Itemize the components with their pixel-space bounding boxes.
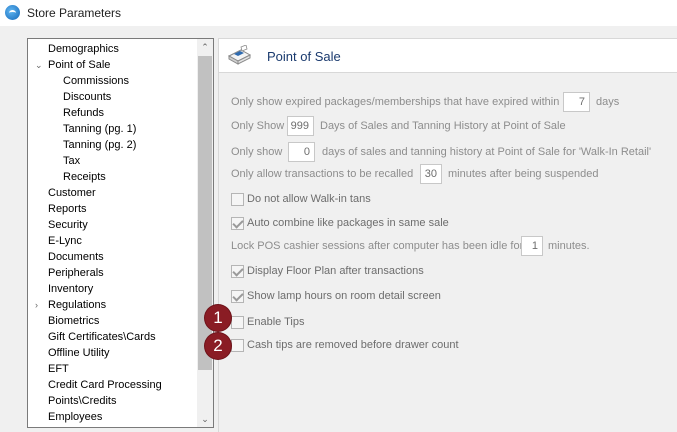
cash-tips-label: Cash tips are removed before drawer coun… [247,339,459,351]
recall-minutes-input[interactable]: 30 [420,164,442,184]
tree-item[interactable]: Tanning (pg. 1) [63,121,136,137]
auto-combine-checkbox[interactable] [231,217,244,230]
lock-minutes-input[interactable]: 1 [521,236,543,256]
settings-tree: Demographics ⌄ Point of Sale Commissions Dis… [27,38,214,428]
no-walkin-tans-checkbox[interactable] [231,193,244,206]
recall-suffix: minutes after being suspended [448,168,599,180]
app-icon [5,5,20,20]
history-days-input[interactable]: 999 [287,116,314,136]
scroll-down-button[interactable]: ⌄ [197,411,213,427]
cash-tips-checkbox[interactable] [231,339,244,352]
floor-plan-label: Display Floor Plan after transactions [247,265,424,277]
floor-plan-checkbox[interactable] [231,265,244,278]
tree-item[interactable]: Demographics [48,41,119,57]
tree-item[interactable]: Discounts [63,89,111,105]
section-header: Point of Sale [219,39,677,73]
tree-item[interactable]: Point of Sale [48,57,110,73]
tree-item[interactable]: Customer [48,185,96,201]
tree-item[interactable]: Peripherals [48,265,104,281]
recall-label: Only allow transactions to be recalled [231,168,414,180]
lamp-hours-label: Show lamp hours on room detail screen [247,290,441,302]
tree-item[interactable]: E-Lync [48,233,82,249]
tree-item[interactable]: Commissions [63,73,129,89]
lock-sessions-label: Lock POS cashier sessions after computer… [231,240,524,252]
tree-item[interactable]: Documents [48,249,104,265]
tree-item[interactable]: Gift Certificates\Cards [48,329,156,345]
annotation-badge-1: 1 [205,305,231,331]
no-walkin-tans-label: Do not allow Walk-in tans [247,193,371,205]
walkin-days-input[interactable]: 0 [288,142,315,162]
annotation-badge-2: 2 [205,333,231,359]
lamp-hours-checkbox[interactable] [231,290,244,303]
tree-item[interactable]: EFT [48,361,69,377]
tree-item[interactable]: Employees [48,409,102,425]
client-area: Demographics ⌄ Point of Sale Commissions Dis… [0,26,677,432]
enable-tips-checkbox[interactable] [231,316,244,329]
expired-suffix: days [596,96,620,108]
tree-item[interactable]: Points\Credits [48,393,116,409]
tree-expander-icon[interactable]: › [35,297,38,313]
history-suffix: Days of Sales and Tanning History at Poi… [320,120,566,132]
tree-item[interactable]: Refunds [63,105,104,121]
tree-item[interactable]: Tax [63,153,80,169]
lock-suffix: minutes. [548,240,590,252]
tree-item[interactable]: Credit Card Processing [48,377,162,393]
title-bar: Store Parameters [0,0,677,26]
walkin-history-suffix: days of sales and tanning history at Poi… [322,146,652,158]
expired-days-input[interactable]: 7 [563,92,590,112]
tree-item[interactable]: Biometrics [48,313,99,329]
tree-item[interactable]: Tanning (pg. 2) [63,137,136,153]
section-title: Point of Sale [267,49,341,64]
cash-register-icon [227,45,252,65]
tree-item[interactable]: Receipts [63,169,106,185]
tree-item[interactable]: Reports [48,201,87,217]
tree-item[interactable]: Security [48,217,88,233]
history-label: Only Show [231,120,285,132]
tree-item[interactable]: Inventory [48,281,93,297]
expired-label: Only show expired packages/memberships t… [231,96,560,108]
tree-expander-icon[interactable]: ⌄ [35,57,43,73]
tree-scrollbar[interactable]: ⌃ ⌄ [197,39,213,427]
walkin-history-label: Only show [231,146,283,158]
settings-panel: Point of Sale Only show expired packages… [218,38,677,432]
auto-combine-label: Auto combine like packages in same sale [247,217,449,229]
tree-item[interactable]: Regulations [48,297,106,313]
window-title: Store Parameters [27,6,122,20]
tree-item[interactable]: Offline Utility [48,345,110,361]
enable-tips-label: Enable Tips [247,316,305,328]
scroll-up-button[interactable]: ⌃ [197,39,213,55]
